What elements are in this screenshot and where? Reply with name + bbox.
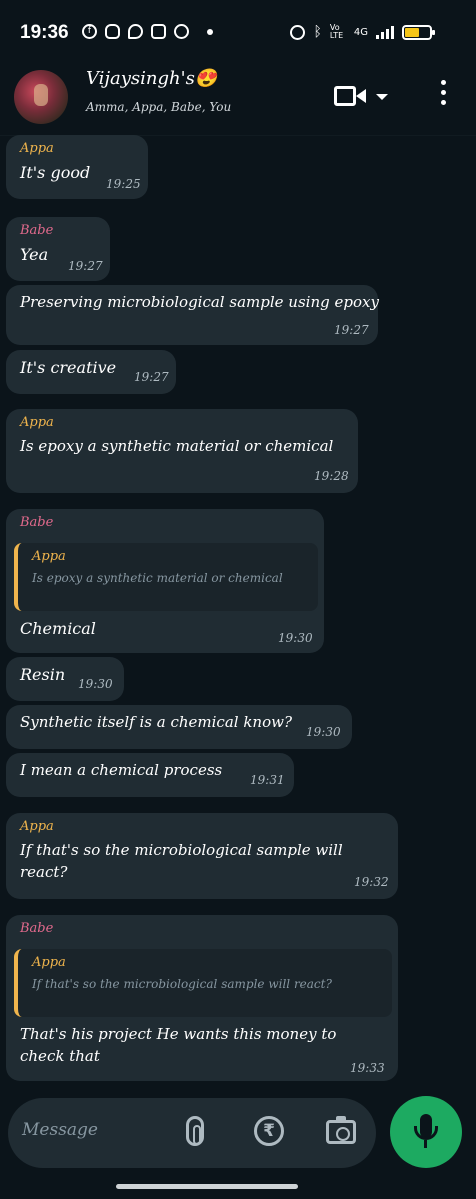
volte-label: Vo LTE bbox=[329, 23, 344, 40]
message-bubble[interactable]: Preserving microbiological sample using … bbox=[6, 285, 379, 345]
message-composer[interactable]: Message ₹ bbox=[8, 1098, 376, 1168]
video-lens-icon bbox=[356, 89, 366, 103]
message-time: 19:28 bbox=[314, 469, 349, 483]
menu-dot-icon bbox=[440, 80, 446, 85]
message-bubble[interactable]: I mean a chemical process 19:31 bbox=[6, 753, 294, 797]
menu-dot-icon bbox=[440, 90, 446, 95]
message-sender: Babe bbox=[20, 921, 54, 936]
alarm-icon bbox=[290, 24, 306, 40]
message-time: 19:30 bbox=[278, 631, 313, 645]
more-options-button[interactable] bbox=[436, 80, 450, 110]
message-time: 19:31 bbox=[250, 773, 285, 787]
message-text: It's creative bbox=[20, 358, 117, 377]
quoted-message[interactable]: Appa If that's so the microbiological sa… bbox=[14, 949, 392, 1017]
home-indicator[interactable] bbox=[116, 1184, 298, 1189]
message-sender: Babe bbox=[20, 515, 54, 530]
instagram-icon bbox=[151, 24, 166, 39]
signal-icon bbox=[376, 25, 394, 39]
snapchat-icon bbox=[105, 24, 120, 39]
battery-icon bbox=[402, 24, 435, 40]
voice-message-button[interactable] bbox=[390, 1096, 462, 1168]
message-time: 19:27 bbox=[134, 370, 169, 384]
message-bubble[interactable]: Babe Appa Is epoxy a synthetic material … bbox=[6, 509, 324, 653]
message-time: 19:30 bbox=[78, 677, 113, 691]
message-bubble[interactable]: Babe Appa If that's so the microbiologic… bbox=[6, 915, 398, 1081]
chat-icon bbox=[128, 24, 143, 39]
message-bubble[interactable]: Resin 19:30 bbox=[6, 657, 124, 701]
group-avatar[interactable] bbox=[14, 70, 68, 124]
message-time: 19:27 bbox=[334, 323, 369, 337]
message-bubble[interactable]: Synthetic itself is a chemical know? 19:… bbox=[6, 705, 352, 749]
group-name[interactable]: Vijaysingh's😍 bbox=[86, 68, 217, 89]
message-text-line: check that bbox=[20, 1047, 100, 1065]
message-text: Chemical bbox=[20, 619, 96, 638]
bluetooth-icon: ᛒ bbox=[313, 24, 322, 40]
quoted-text: If that's so the microbiological sample … bbox=[32, 977, 332, 991]
group-members[interactable]: Amma, Appa, Babe, You bbox=[86, 100, 231, 114]
message-bubble[interactable]: Appa It's good 19:25 bbox=[6, 135, 148, 199]
quoted-message[interactable]: Appa Is epoxy a synthetic material or ch… bbox=[14, 543, 318, 611]
more-notifications-dot bbox=[207, 28, 213, 35]
message-time: 19:32 bbox=[354, 875, 389, 889]
message-text: I mean a chemical process bbox=[20, 761, 223, 779]
message-text-line: react? bbox=[20, 863, 68, 881]
message-bubble[interactable]: Babe Yea 19:27 bbox=[6, 217, 110, 281]
message-sender: Appa bbox=[20, 819, 54, 834]
message-bubble[interactable]: Appa Is epoxy a synthetic material or ch… bbox=[6, 409, 358, 493]
message-time: 19:25 bbox=[106, 177, 141, 191]
message-text: Resin bbox=[20, 665, 66, 684]
microphone-base-icon bbox=[414, 1126, 438, 1140]
menu-dot-icon bbox=[440, 100, 446, 105]
message-time: 19:30 bbox=[306, 725, 341, 739]
status-bar: 19:36 f ᛒ Vo LTE 4G bbox=[0, 0, 476, 64]
chevron-down-icon bbox=[376, 94, 388, 100]
message-text: It's good bbox=[20, 163, 91, 182]
battery-fill bbox=[405, 27, 420, 37]
notification-icons: f bbox=[82, 24, 213, 39]
network-type-label: 4G bbox=[353, 26, 368, 38]
message-sender: Appa bbox=[20, 141, 54, 156]
message-input[interactable]: Message bbox=[22, 1120, 98, 1140]
message-bubble[interactable]: It's creative 19:27 bbox=[6, 350, 176, 394]
message-text: Yea bbox=[20, 245, 49, 264]
message-bubble[interactable]: Appa If that's so the microbiological sa… bbox=[6, 813, 398, 899]
chat-header: Vijaysingh's😍 Amma, Appa, Babe, You bbox=[0, 64, 476, 136]
message-text: Synthetic itself is a chemical know? bbox=[20, 713, 292, 731]
message-text: Preserving microbiological sample using … bbox=[20, 293, 379, 311]
video-camera-icon bbox=[334, 86, 356, 106]
message-text: Is epoxy a synthetic material or chemica… bbox=[20, 437, 334, 455]
microphone-stem-icon bbox=[424, 1140, 427, 1148]
message-sender: Babe bbox=[20, 223, 54, 238]
message-sender: Appa bbox=[20, 415, 54, 430]
video-call-button[interactable] bbox=[332, 82, 392, 112]
message-text-line: If that's so the microbiological sample … bbox=[20, 841, 343, 859]
quoted-sender: Appa bbox=[32, 955, 66, 970]
attachment-icon[interactable] bbox=[186, 1116, 204, 1146]
message-time: 19:27 bbox=[68, 259, 103, 273]
facebook-icon: f bbox=[82, 24, 97, 39]
message-list[interactable]: Appa It's good 19:25 Babe Yea 19:27 Pres… bbox=[0, 135, 476, 1087]
app-icon bbox=[174, 24, 189, 39]
quoted-text: Is epoxy a synthetic material or chemica… bbox=[32, 571, 283, 585]
camera-icon[interactable] bbox=[326, 1116, 356, 1144]
quoted-sender: Appa bbox=[32, 549, 66, 564]
system-icons: ᛒ Vo LTE 4G bbox=[290, 23, 435, 40]
message-text-line: That's his project He wants this money t… bbox=[20, 1025, 337, 1043]
rupee-payment-icon[interactable]: ₹ bbox=[254, 1116, 284, 1146]
message-time: 19:33 bbox=[350, 1061, 385, 1075]
status-time: 19:36 bbox=[20, 22, 69, 43]
